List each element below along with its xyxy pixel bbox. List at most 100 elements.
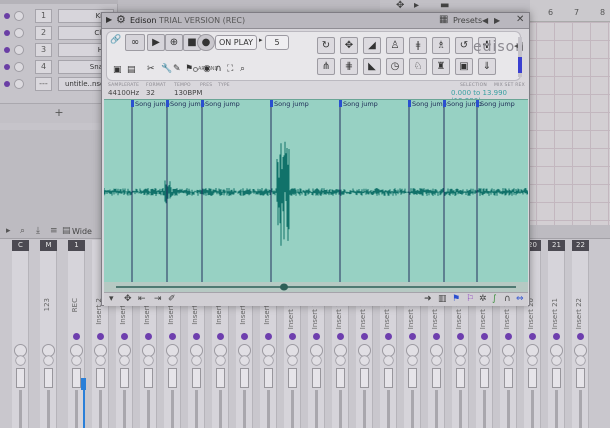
waveform-view[interactable]: Song jump Song jump Song jump Song jump Song… bbox=[104, 99, 528, 283]
strip-fader-handle[interactable] bbox=[72, 368, 81, 388]
link-icon[interactable]: ∩ bbox=[504, 294, 511, 304]
eq-icon[interactable]: ǂ bbox=[409, 37, 427, 54]
strip-stereo-knob[interactable] bbox=[527, 355, 538, 366]
strip-fader-handle[interactable] bbox=[384, 368, 393, 388]
strip-stereo-knob[interactable] bbox=[311, 355, 322, 366]
record-button[interactable]: ● bbox=[197, 34, 215, 51]
channel-mute-led[interactable] bbox=[4, 47, 10, 53]
mixer-strip[interactable]: M 123 bbox=[40, 240, 57, 428]
fade-icon[interactable]: ◣ bbox=[363, 58, 381, 75]
song-marker-flag[interactable] bbox=[408, 100, 411, 107]
strip-stereo-knob[interactable] bbox=[215, 355, 226, 366]
strip-fader-handle[interactable] bbox=[480, 368, 489, 388]
strip-name[interactable]: 123 bbox=[43, 298, 51, 311]
download-icon[interactable]: ⤓ bbox=[36, 226, 40, 236]
channel-number[interactable]: 3 bbox=[35, 43, 52, 57]
layout-icon[interactable]: ▤ bbox=[62, 226, 71, 236]
collapse-arrow-icon[interactable]: ▶ bbox=[106, 15, 112, 24]
channel-number[interactable]: 2 bbox=[35, 26, 52, 40]
eye-icon[interactable]: ◉ bbox=[203, 64, 211, 74]
strip-stereo-knob[interactable] bbox=[359, 355, 370, 366]
strip-fader-handle[interactable] bbox=[552, 368, 561, 388]
overview-canvas[interactable] bbox=[104, 282, 528, 292]
strip-stereo-knob[interactable] bbox=[503, 355, 514, 366]
marker-icon[interactable]: ⚑ bbox=[185, 64, 193, 74]
strip-enable-led[interactable] bbox=[505, 333, 512, 340]
strip-fader-handle[interactable] bbox=[44, 368, 53, 388]
voice-icon[interactable]: ♘ bbox=[409, 58, 427, 75]
zoom-icon[interactable]: ⌕ bbox=[240, 64, 245, 74]
cut-icon[interactable]: ✂ bbox=[147, 64, 155, 74]
strip-stereo-knob[interactable] bbox=[15, 355, 26, 366]
strip-stereo-knob[interactable] bbox=[287, 355, 298, 366]
strip-stereo-knob[interactable] bbox=[383, 355, 394, 366]
channel-mute-led[interactable] bbox=[4, 64, 10, 70]
channel-volume-knob[interactable] bbox=[14, 11, 24, 21]
strip-fader-handle[interactable] bbox=[144, 368, 153, 388]
channel-number[interactable]: 4 bbox=[35, 60, 52, 74]
pitch-icon[interactable]: ♜ bbox=[432, 58, 450, 75]
strip-enable-led[interactable] bbox=[217, 333, 224, 340]
strip-stereo-knob[interactable] bbox=[479, 355, 490, 366]
waveform-canvas[interactable]: Song jump Song jump Song jump Song jump Song… bbox=[104, 100, 528, 283]
link-icon[interactable]: 🔗 bbox=[110, 35, 121, 45]
song-marker-label[interactable]: Song jump bbox=[274, 100, 309, 108]
song-marker-label[interactable]: Song jump bbox=[205, 100, 240, 108]
song-marker-label[interactable]: Song jump bbox=[343, 100, 378, 108]
loop-icon[interactable]: ↺ bbox=[455, 37, 473, 54]
gear-icon[interactable]: ⚙ bbox=[116, 13, 126, 26]
save-icon[interactable]: ▣ bbox=[113, 65, 122, 75]
channel-mute-led[interactable] bbox=[4, 13, 10, 19]
mixer-wide-label[interactable]: Wide bbox=[72, 227, 92, 236]
channel-number[interactable]: 1 bbox=[35, 9, 52, 23]
strip-enable-led[interactable] bbox=[457, 333, 464, 340]
song-marker-flag[interactable] bbox=[476, 100, 479, 107]
arrow-icon[interactable]: ▸ bbox=[6, 226, 11, 236]
channel-mute-led[interactable] bbox=[4, 30, 10, 36]
rec-mode-select[interactable]: 5 bbox=[265, 35, 289, 50]
resize-icon[interactable]: ⇔ bbox=[516, 294, 524, 304]
channel-volume-knob[interactable] bbox=[14, 79, 24, 89]
song-marker-flag[interactable] bbox=[201, 100, 204, 107]
strip-fader-handle[interactable] bbox=[16, 368, 25, 388]
strip-stereo-knob[interactable] bbox=[43, 355, 54, 366]
ramp-icon[interactable]: ◢ bbox=[363, 37, 381, 54]
channel-volume-knob[interactable] bbox=[14, 28, 24, 38]
next-preset-icon[interactable]: ▶ bbox=[494, 16, 500, 25]
scrub-icon[interactable]: ⇥ bbox=[154, 294, 162, 304]
channel-mute-led[interactable] bbox=[4, 81, 10, 87]
strip-name[interactable]: Insert 21 bbox=[551, 298, 559, 329]
close-icon[interactable]: ✕ bbox=[516, 14, 524, 25]
gear-icon[interactable]: ✲ bbox=[479, 294, 487, 304]
strip-fader-handle[interactable] bbox=[576, 368, 585, 388]
strip-stereo-knob[interactable] bbox=[575, 355, 586, 366]
strip-enable-led[interactable] bbox=[73, 333, 80, 340]
strip-fader-handle[interactable] bbox=[312, 368, 321, 388]
format-value[interactable]: 32 bbox=[146, 89, 155, 97]
strip-stereo-knob[interactable] bbox=[551, 355, 562, 366]
loop-region-icon[interactable]: ∩ bbox=[215, 64, 222, 74]
grid-icon[interactable]: ▦ bbox=[439, 14, 448, 25]
strip-stereo-knob[interactable] bbox=[407, 355, 418, 366]
channel-volume-knob[interactable] bbox=[14, 45, 24, 55]
song-marker-label[interactable]: Song jump bbox=[412, 100, 447, 108]
chevron-icon[interactable]: ⇓ bbox=[478, 58, 496, 75]
strip-enable-led[interactable] bbox=[97, 333, 104, 340]
strip-fader-handle[interactable] bbox=[504, 368, 513, 388]
master-fader-handle[interactable] bbox=[81, 378, 86, 390]
strip-fader-handle[interactable] bbox=[408, 368, 417, 388]
tone-icon[interactable]: ♗ bbox=[432, 37, 450, 54]
search-icon[interactable]: ⌕ bbox=[20, 226, 25, 236]
strip-fader-handle[interactable] bbox=[456, 368, 465, 388]
strip-enable-led[interactable] bbox=[289, 333, 296, 340]
strip-fader-handle[interactable] bbox=[120, 368, 129, 388]
presets-menu[interactable]: Presets bbox=[453, 16, 482, 25]
strip-enable-led[interactable] bbox=[337, 333, 344, 340]
arrow-down-icon[interactable]: ▾ bbox=[109, 294, 114, 304]
mixer-strip[interactable]: C bbox=[12, 240, 29, 428]
fit-icon[interactable]: ⛶ bbox=[227, 64, 233, 74]
spectrum-icon[interactable]: ⋕ bbox=[340, 58, 358, 75]
save-slot-icon[interactable]: ▣ bbox=[455, 58, 473, 75]
strip-fader-handle[interactable] bbox=[216, 368, 225, 388]
strip-name[interactable]: REC bbox=[71, 298, 79, 312]
